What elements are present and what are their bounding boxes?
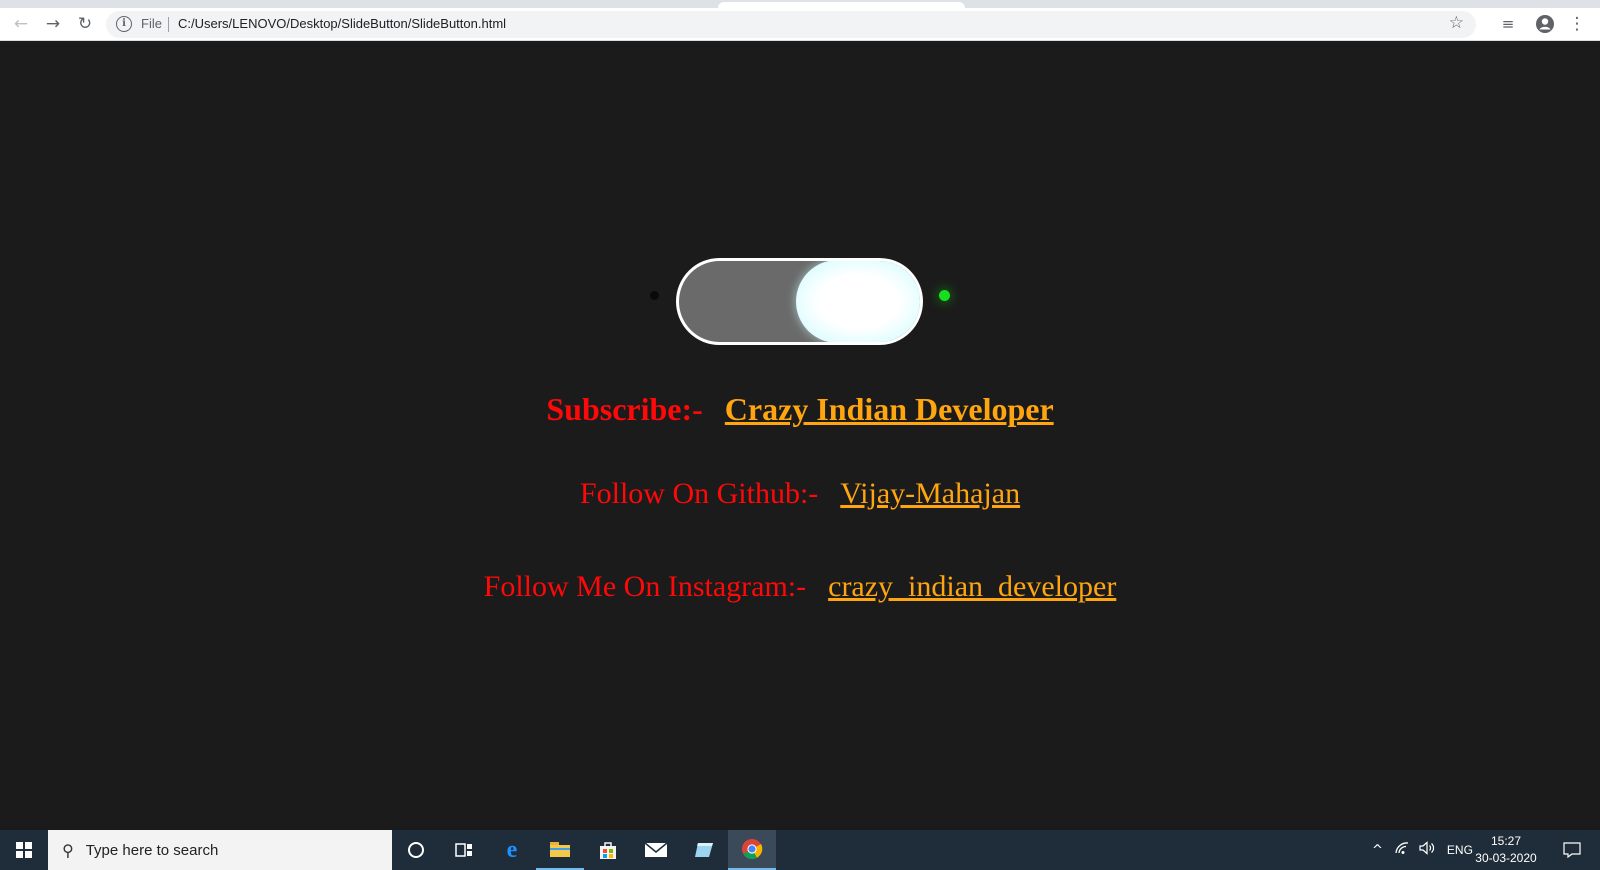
app-icon[interactable] (680, 830, 728, 870)
reload-icon[interactable]: ↻ (74, 13, 96, 35)
volume-icon[interactable] (1419, 841, 1435, 859)
taskbar-search-box[interactable]: ⚲ Type here to search (48, 830, 392, 870)
github-line: Follow On Github:- Vijay-Mahajan (0, 477, 1600, 511)
omnibox-divider (168, 17, 169, 32)
subscribe-label: Subscribe:- (546, 391, 703, 427)
network-icon[interactable] (1395, 841, 1411, 859)
store-icon[interactable] (584, 830, 632, 870)
mail-icon[interactable] (632, 830, 680, 870)
notification-icon[interactable] (1556, 830, 1588, 870)
star-icon[interactable]: ☆ (1449, 13, 1464, 33)
clock-time: 15:27 (1490, 834, 1522, 848)
file-explorer-icon[interactable] (536, 830, 584, 870)
chrome-icon[interactable] (728, 830, 776, 870)
github-label: Follow On Github:- (579, 477, 819, 510)
start-button[interactable] (0, 830, 48, 870)
search-placeholder: Type here to search (85, 841, 219, 859)
instagram-line: Follow Me On Instagram:- crazy_indian_dev… (0, 570, 1600, 604)
youtube-channel-link[interactable]: Crazy Indian Developer (725, 391, 1054, 427)
slide-toggle-button[interactable] (676, 258, 923, 345)
page-content: Subscribe:- Crazy Indian Developer Follow… (0, 41, 1600, 814)
edge-icon[interactable]: e (488, 830, 536, 870)
clock-date: 30-03-2020 (1475, 851, 1537, 865)
language-indicator[interactable]: ENG (1447, 843, 1473, 857)
toggle-knob[interactable] (796, 261, 920, 342)
indicator-off-dot (650, 291, 659, 300)
url-text[interactable]: C:/Users/LENOVO/Desktop/SlideButton/Slid… (178, 16, 506, 31)
instagram-label: Follow Me On Instagram:- (483, 570, 807, 603)
kebab-menu-icon[interactable]: ⋮ (1566, 13, 1588, 35)
media-queue-icon[interactable]: ≡ (1497, 13, 1519, 35)
arrow-right-icon[interactable]: → (42, 13, 64, 35)
task-view-icon[interactable] (440, 830, 488, 870)
github-link[interactable]: Vijay-Mahajan (840, 477, 1020, 510)
taskbar-clock[interactable]: 15:27 30-03-2020 (1472, 833, 1540, 867)
address-bar[interactable]: i File C:/Users/LENOVO/Desktop/SlideButt… (106, 11, 1476, 38)
cortana-icon[interactable] (392, 830, 440, 870)
account-icon[interactable] (1534, 13, 1556, 35)
browser-toolbar: ← → ↻ i File C:/Users/LENOVO/Desktop/Sli… (0, 8, 1600, 41)
tab-strip (0, 0, 1600, 8)
subscribe-line: Subscribe:- Crazy Indian Developer (0, 391, 1600, 428)
chevron-up-icon[interactable]: ^ (1372, 843, 1383, 858)
info-icon[interactable]: i (116, 16, 132, 32)
search-icon: ⚲ (62, 840, 74, 860)
instagram-link[interactable]: crazy_indian_developer (828, 570, 1116, 603)
windows-logo-icon (16, 842, 32, 858)
windows-taskbar: ⚲ Type here to search e ^ ENG 15:27 30-0… (0, 830, 1600, 870)
arrow-left-icon[interactable]: ← (10, 13, 32, 35)
system-tray: ^ ENG (1372, 830, 1473, 870)
indicator-on-dot (939, 290, 950, 301)
url-scheme-label: File (141, 16, 162, 31)
